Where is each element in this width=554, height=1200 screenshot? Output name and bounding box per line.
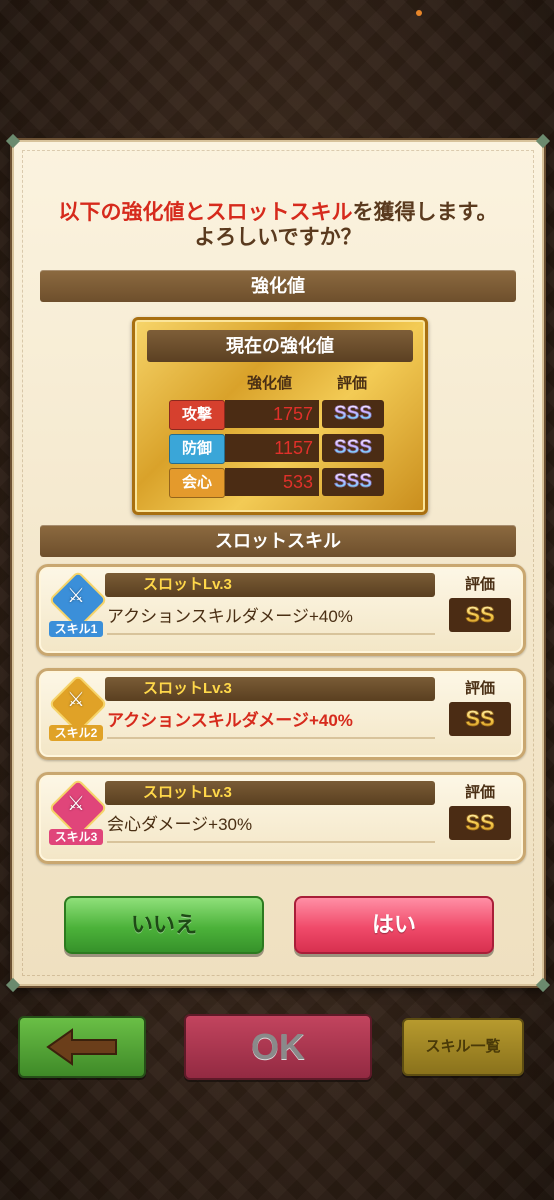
stat-value: 1757 bbox=[225, 400, 319, 428]
sword-blue-icon: ⚔ スキル1 bbox=[47, 570, 108, 643]
stat-label: 会心 bbox=[169, 468, 225, 498]
slot-level: スロットLv.3 bbox=[105, 781, 435, 805]
back-arrow-icon bbox=[46, 1028, 117, 1066]
col-grade-header: 評価 bbox=[337, 375, 368, 392]
skill-grade-badge: SS bbox=[449, 702, 511, 736]
skill-card-3: ⚔ スキル3 スロットLv.3 会心ダメージ+30% 評価 SS bbox=[36, 772, 526, 864]
skill-card-1: ⚔ スキル1 スロットLv.3 アクションスキルダメージ+40% 評価 SS bbox=[36, 564, 526, 656]
yes-button[interactable]: はい bbox=[294, 896, 494, 954]
enhance-section-header: 強化値 bbox=[40, 270, 516, 302]
slot-skill-section-header: スロットスキル bbox=[40, 525, 516, 557]
skill-tag: スキル1 bbox=[49, 621, 103, 637]
stat-row-attack: 攻撃 1757 SSS bbox=[169, 400, 389, 430]
skill-card-2: ⚔ スキル2 スロットLv.3 アクションスキルダメージ+40% 評価 SS bbox=[36, 668, 526, 760]
sword-gold-icon: ⚔ スキル2 bbox=[47, 674, 108, 747]
skill-grade-badge: SS bbox=[449, 598, 511, 632]
sword-pink-icon: ⚔ スキル3 bbox=[47, 778, 108, 851]
no-button[interactable]: いいえ bbox=[64, 896, 264, 954]
current-enhance-panel: 現在の強化値 強化値 評価 攻撃 1757 SSS 防御 1157 SSS 会心… bbox=[132, 317, 428, 515]
stat-value: 533 bbox=[225, 468, 319, 496]
ok-button[interactable]: OK bbox=[184, 1014, 372, 1080]
grade-label: 評価 bbox=[464, 680, 495, 697]
stat-label: 防御 bbox=[169, 434, 225, 464]
stat-grade: SSS bbox=[322, 468, 384, 496]
skill-list-button[interactable]: スキル一覧 bbox=[402, 1018, 524, 1076]
confirm-dialog: 以下の強化値とスロットスキルを獲得します。 よろしいですか？ 強化値 現在の強化… bbox=[5, 133, 551, 993]
slot-level: スロットLv.3 bbox=[105, 573, 435, 597]
grade-label: 評価 bbox=[464, 576, 495, 593]
back-button[interactable] bbox=[18, 1016, 146, 1078]
skill-grade-badge: SS bbox=[449, 806, 511, 840]
stat-label: 攻撃 bbox=[169, 400, 225, 430]
stat-grade: SSS bbox=[322, 434, 384, 462]
prompt-highlight: 以下の強化値とスロットスキル bbox=[58, 201, 353, 224]
prompt-rest: を獲得します。 bbox=[352, 201, 498, 224]
stat-row-defense: 防御 1157 SSS bbox=[169, 434, 389, 464]
notification-dot bbox=[416, 10, 422, 16]
skill-effect: 会心ダメージ+30% bbox=[107, 809, 435, 843]
confirm-prompt: 以下の強化値とスロットスキルを獲得します。 よろしいですか？ bbox=[14, 200, 542, 250]
current-enhance-title: 現在の強化値 bbox=[147, 330, 413, 362]
col-value-header: 強化値 bbox=[247, 375, 293, 392]
skill-effect: アクションスキルダメージ+40% bbox=[107, 705, 435, 739]
skill-tag: スキル2 bbox=[49, 725, 103, 741]
stat-value: 1157 bbox=[225, 434, 319, 462]
stat-grade: SSS bbox=[322, 400, 384, 428]
slot-level: スロットLv.3 bbox=[105, 677, 435, 701]
prompt-line2: よろしいですか？ bbox=[194, 226, 362, 249]
stat-row-critical: 会心 533 SSS bbox=[169, 468, 389, 498]
skill-tag: スキル3 bbox=[49, 829, 103, 845]
skill-effect: アクションスキルダメージ+40% bbox=[107, 601, 435, 635]
grade-label: 評価 bbox=[464, 784, 495, 801]
